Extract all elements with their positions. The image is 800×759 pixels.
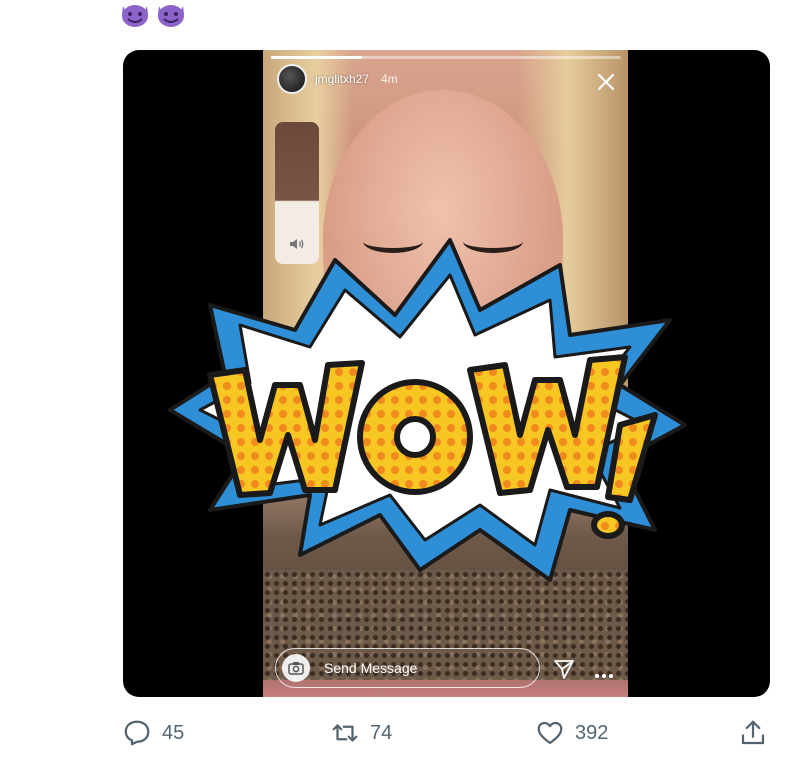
send-message-input[interactable] bbox=[322, 659, 526, 677]
reply-button[interactable]: 45 bbox=[122, 718, 184, 748]
tweet-actions: 45 74 392 bbox=[0, 710, 800, 758]
share-button[interactable] bbox=[738, 718, 768, 748]
story-username[interactable]: jmglitxh27 bbox=[315, 72, 369, 86]
send-message-bar[interactable] bbox=[275, 648, 540, 688]
avatar[interactable] bbox=[277, 64, 307, 94]
more-icon[interactable] bbox=[593, 666, 615, 678]
retweet-count: 74 bbox=[370, 721, 393, 744]
wow-sticker bbox=[168, 238, 687, 582]
retweet-icon bbox=[332, 724, 358, 742]
story-timestamp: 4m bbox=[381, 72, 398, 86]
story-header: jmglitxh27 4m bbox=[277, 64, 398, 94]
reply-count: 45 bbox=[162, 721, 185, 744]
close-icon[interactable] bbox=[594, 70, 618, 94]
paper-plane-icon[interactable] bbox=[553, 658, 575, 680]
like-button[interactable]: 392 bbox=[535, 718, 608, 748]
share-icon bbox=[741, 720, 765, 745]
story-progress-fill bbox=[271, 56, 362, 59]
tweet-media[interactable]: jmglitxh27 4m bbox=[123, 50, 770, 697]
story-progress-bar bbox=[271, 56, 621, 59]
smiling-devil-icon bbox=[118, 0, 152, 28]
like-count: 392 bbox=[575, 721, 609, 744]
camera-icon[interactable] bbox=[282, 654, 310, 682]
smiling-devil-icon bbox=[154, 0, 188, 28]
tweet-text bbox=[118, 0, 188, 32]
reply-icon bbox=[124, 720, 150, 746]
retweet-button[interactable]: 74 bbox=[330, 718, 392, 748]
heart-icon bbox=[537, 721, 563, 745]
